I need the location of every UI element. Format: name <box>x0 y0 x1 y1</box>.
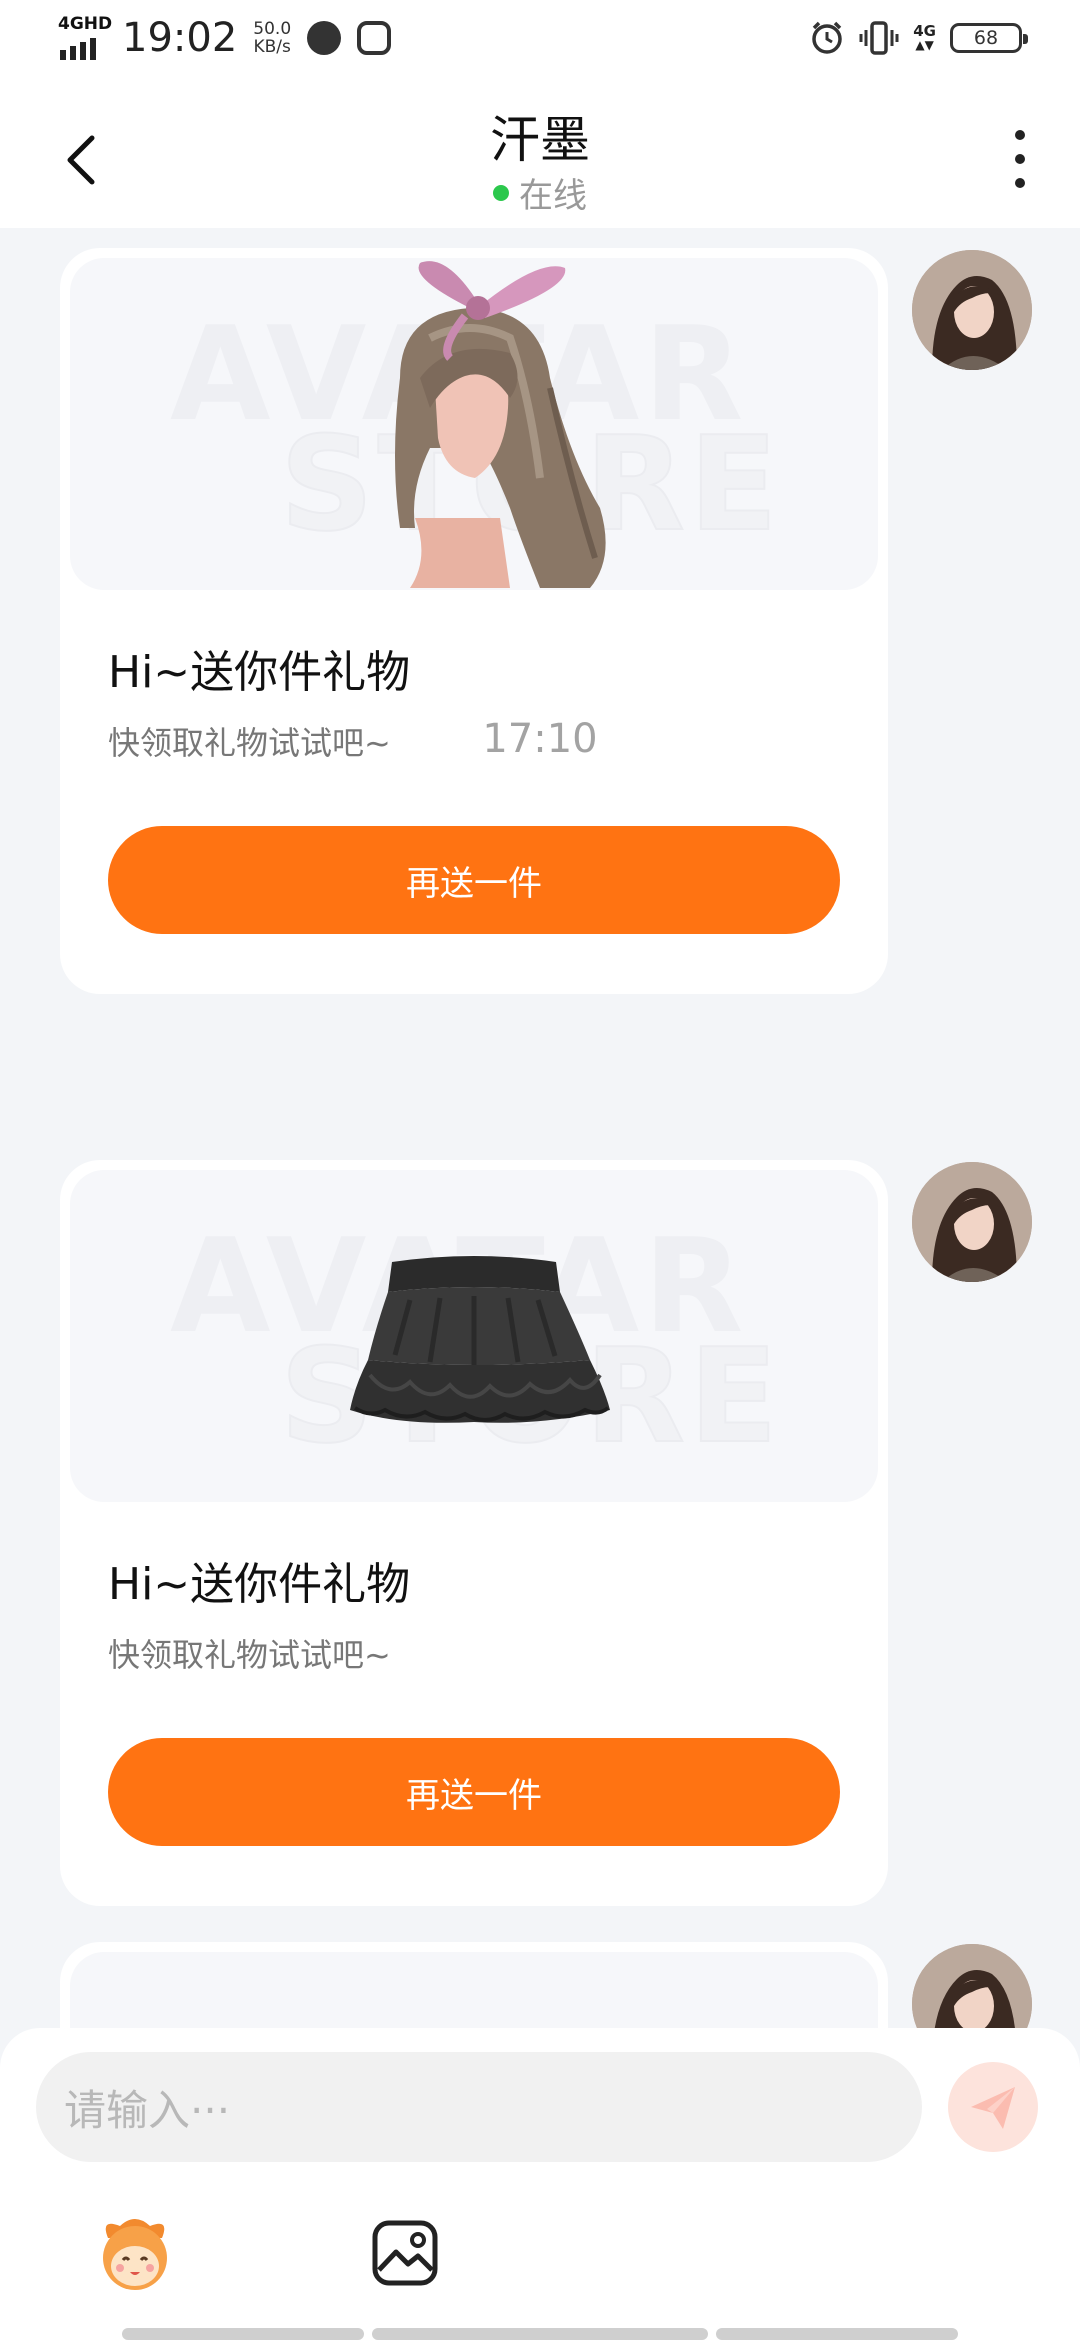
avatar[interactable] <box>912 1944 1032 2028</box>
alarm-icon <box>812 21 842 54</box>
send-another-button[interactable]: 再送一件 <box>108 1738 840 1846</box>
online-status: 在线 <box>0 168 1080 217</box>
gift-message-card: AVATAR STORE Hi~送你件礼物 快 <box>60 248 888 994</box>
gift-image[interactable]: AVATAR STORE <box>70 1170 878 1502</box>
emoji-mascot-icon <box>103 2219 167 2290</box>
gift-image[interactable]: AVATAR STORE <box>70 258 878 590</box>
gift-subtitle: 快领取礼物试试吧~ <box>108 1636 391 1674</box>
app-notification-icon <box>357 21 392 55</box>
message-input[interactable]: 请输入··· <box>36 2052 922 2162</box>
message-list[interactable]: AVATAR STORE Hi~送你件礼物 快 <box>0 228 1080 2028</box>
online-status-text: 在线 <box>519 176 587 216</box>
more-options-button[interactable] <box>1000 124 1040 194</box>
gift-title: Hi~送你件礼物 <box>108 647 411 698</box>
message-timestamp: 17:10 <box>482 716 598 762</box>
gift-message-card: AVATAR STORE Hi~送你件礼物 快领取礼物试试吧~ 再送一件 <box>60 1160 888 1906</box>
nav-bar-segment <box>122 2328 364 2340</box>
message-composer: 请输入··· <box>0 2028 1080 2340</box>
gift-title: Hi~送你件礼物 <box>108 1559 411 1610</box>
network-type-label: 4G <box>913 22 936 40</box>
signal-icon: 4GHD <box>58 14 112 62</box>
contact-name: 汗墨 <box>490 111 590 169</box>
nav-bar-segment <box>372 2328 708 2340</box>
gift-message-card <box>60 1942 888 2028</box>
status-bar: 4GHD 19:02 50.0 KB/s 4G ▲▼ 68 <box>0 0 1080 84</box>
avatar[interactable] <box>912 1162 1032 1282</box>
network-type: 4G ▲▼ <box>913 22 936 53</box>
send-button[interactable] <box>948 2062 1038 2152</box>
chat-header: 汗墨 在线 <box>0 84 1080 228</box>
avatar-image <box>912 250 1032 370</box>
more-dots-icon <box>1015 130 1025 140</box>
battery-icon: 68 <box>950 23 1028 53</box>
black-tiered-skirt-image <box>350 1256 610 1423</box>
emoji-button[interactable] <box>90 2208 180 2298</box>
status-time: 19:02 <box>122 15 238 61</box>
gift-image[interactable] <box>70 1952 878 2028</box>
avatar-image <box>912 1944 1032 2028</box>
image-icon <box>372 2220 438 2286</box>
image-button[interactable] <box>360 2208 450 2298</box>
speed-unit: KB/s <box>253 37 291 57</box>
online-dot-icon <box>493 184 509 201</box>
battery-level: 68 <box>973 27 999 49</box>
send-another-button[interactable]: 再送一件 <box>108 826 840 934</box>
send-icon <box>971 2087 1015 2129</box>
avatar-image <box>912 1162 1032 1282</box>
speed-value: 50.0 <box>253 19 292 39</box>
hair-with-pink-bow-image <box>395 261 606 588</box>
network-speed: 50.0 KB/s <box>253 20 291 56</box>
vibrate-icon <box>859 21 899 55</box>
nav-bar-segment <box>716 2328 958 2340</box>
avatar[interactable] <box>912 250 1032 370</box>
network-label: 4GHD <box>58 14 113 34</box>
app-notification-icon <box>307 21 342 55</box>
